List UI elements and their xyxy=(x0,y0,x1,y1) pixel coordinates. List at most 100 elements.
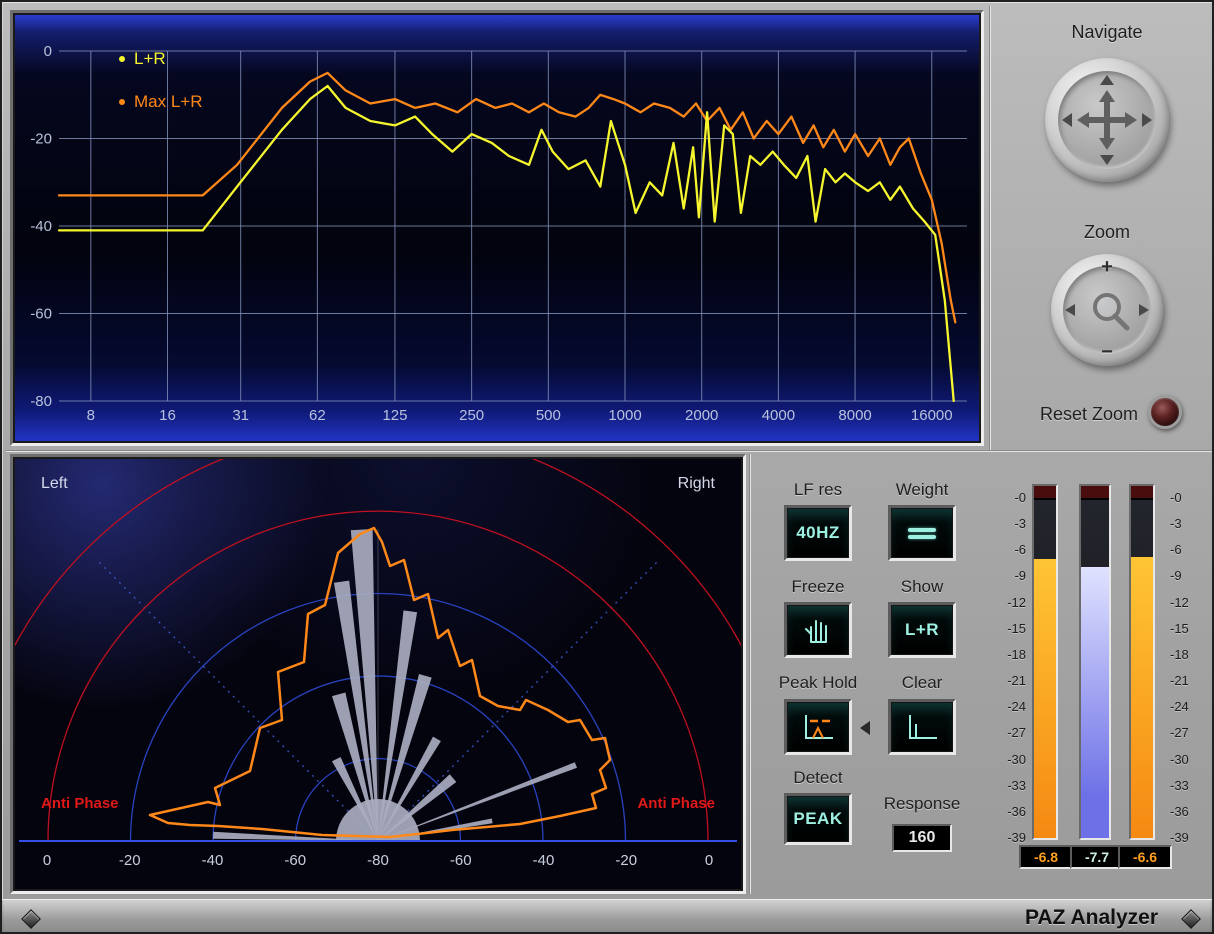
svg-text:8: 8 xyxy=(87,407,95,424)
svg-text:31: 31 xyxy=(232,407,249,424)
peak-hold-button[interactable] xyxy=(784,699,852,755)
svg-text:250: 250 xyxy=(459,407,484,424)
svg-text:125: 125 xyxy=(382,407,407,424)
response-value: 160 xyxy=(909,829,936,847)
clip-led-left xyxy=(1034,486,1056,500)
meter-fill-right xyxy=(1131,557,1153,838)
anti-phase-left-label: Anti Phase xyxy=(41,795,119,812)
reset-zoom-label: Reset Zoom xyxy=(982,404,1138,424)
legend-label-max-lr: Max L+R xyxy=(134,92,203,112)
svg-text:2000: 2000 xyxy=(685,407,718,424)
navigate-control[interactable] xyxy=(1045,58,1169,182)
meter-right xyxy=(1129,484,1155,840)
left-channel-label: Left xyxy=(41,475,68,493)
svg-text:500: 500 xyxy=(536,407,561,424)
svg-text:-40: -40 xyxy=(30,218,52,235)
show-value: L+R xyxy=(905,620,939,640)
meter-mid xyxy=(1079,484,1111,840)
detect-button[interactable]: PEAK xyxy=(784,793,852,845)
vertical-divider-bottom xyxy=(749,454,750,894)
meter-fill-left xyxy=(1034,559,1056,838)
svg-text:-80: -80 xyxy=(367,852,389,869)
svg-text:-60: -60 xyxy=(284,852,306,869)
svg-text:4000: 4000 xyxy=(762,407,795,424)
waves-diamond-right-icon[interactable] xyxy=(1181,909,1201,929)
response-value-box[interactable]: 160 xyxy=(892,824,952,852)
peak-hold-label: Peak Hold xyxy=(763,673,873,693)
zoom-in-button[interactable]: + xyxy=(1051,256,1163,279)
clear-label: Clear xyxy=(867,673,977,693)
meter-well-right xyxy=(1131,500,1153,838)
paz-analyzer-window: 81631621252505001000200040008000160000-2… xyxy=(0,0,1214,934)
waves-diamond-left-icon[interactable] xyxy=(21,909,41,929)
legend-item-max-lr: Max L+R xyxy=(119,92,203,112)
legend-label-lr: L+R xyxy=(134,49,166,69)
meter-scale-right: -0-3-6-9-12-15-18-21-24-27-30-33-36-39 xyxy=(1170,491,1210,859)
svg-text:-20: -20 xyxy=(119,852,141,869)
meter-fill-mid xyxy=(1081,567,1109,838)
clear-button[interactable] xyxy=(888,699,956,755)
peak-hold-graph-icon xyxy=(799,711,837,743)
svg-text:0: 0 xyxy=(705,852,713,869)
svg-text:1000: 1000 xyxy=(608,407,641,424)
polar-graph-content: 0-20-40-60-80-60-40-200 xyxy=(15,459,741,869)
meter-readout-right: -6.6 xyxy=(1118,845,1172,869)
legend-dot-max-lr-icon xyxy=(119,99,125,105)
meter-left xyxy=(1032,484,1058,840)
navigate-label: Navigate xyxy=(1007,22,1207,42)
svg-text:-20: -20 xyxy=(30,131,52,148)
svg-text:-60: -60 xyxy=(30,306,52,323)
plugin-title: PAZ Analyzer xyxy=(1025,906,1158,930)
zoom-out-button[interactable]: − xyxy=(1051,341,1163,364)
svg-text:16: 16 xyxy=(159,407,176,424)
meter-readout-left: -6.8 xyxy=(1019,845,1073,869)
detect-value: PEAK xyxy=(793,809,842,829)
show-button[interactable]: L+R xyxy=(888,602,956,658)
svg-text:-80: -80 xyxy=(30,393,52,410)
lf-res-button[interactable]: 40HZ xyxy=(784,505,852,561)
freeze-label: Freeze xyxy=(763,577,873,597)
meter-scale-left: -0-3-6-9-12-15-18-21-24-27-30-33-36-39 xyxy=(988,491,1026,859)
svg-text:-60: -60 xyxy=(450,852,472,869)
hand-icon xyxy=(800,613,836,647)
zoom-control[interactable]: + − xyxy=(1051,254,1163,366)
reset-zoom-button[interactable] xyxy=(1148,395,1182,429)
meter-well-left xyxy=(1034,500,1056,838)
right-channel-label: Right xyxy=(678,475,715,493)
svg-text:0: 0 xyxy=(43,852,51,869)
clip-led-mid xyxy=(1081,486,1109,500)
clip-led-right xyxy=(1131,486,1153,500)
spectrum-legend: L+R Max L+R xyxy=(119,49,203,135)
detect-label: Detect xyxy=(763,768,873,788)
freeze-button[interactable] xyxy=(784,602,852,658)
spectrum-display: 8 16 31 62 125 250 500 1000 2000 4000 8000 16000 0 -2… xyxy=(13,13,981,443)
vertical-divider-top xyxy=(989,6,990,450)
show-label: Show xyxy=(867,577,977,597)
svg-text:-40: -40 xyxy=(533,852,555,869)
weight-label: Weight xyxy=(867,480,977,500)
meter-well-mid xyxy=(1081,500,1109,838)
lf-res-label: LF res xyxy=(763,480,873,500)
flat-weight-icon xyxy=(908,525,936,542)
polar-display: 0-20-40-60-80-60-40-200 Left Right Anti … xyxy=(13,457,743,891)
horizontal-divider xyxy=(6,450,1212,451)
lf-res-value: 40HZ xyxy=(796,523,840,543)
zoom-label: Zoom xyxy=(1007,222,1207,242)
title-bar: PAZ Analyzer xyxy=(2,899,1212,934)
svg-text:16000: 16000 xyxy=(911,407,953,424)
polar-graph: 0-20-40-60-80-60-40-200 xyxy=(15,459,741,889)
svg-text:8000: 8000 xyxy=(838,407,871,424)
legend-dot-lr-icon xyxy=(119,56,125,62)
response-label: Response xyxy=(867,794,977,814)
navigate-arrows-icon xyxy=(1045,58,1169,182)
svg-text:0: 0 xyxy=(44,43,52,60)
svg-text:-20: -20 xyxy=(615,852,637,869)
svg-text:62: 62 xyxy=(309,407,326,424)
weight-button[interactable] xyxy=(888,505,956,561)
anti-phase-right-label: Anti Phase xyxy=(637,795,715,812)
polar-panel: 0-20-40-60-80-60-40-200 Left Right Anti … xyxy=(10,454,746,894)
collapse-arrow-icon[interactable] xyxy=(860,721,870,735)
meter-readout-mid: -7.7 xyxy=(1070,845,1124,869)
spectrum-panel: 8 16 31 62 125 250 500 1000 2000 4000 8000 16000 0 -2… xyxy=(10,10,984,446)
clear-graph-icon xyxy=(903,711,941,743)
